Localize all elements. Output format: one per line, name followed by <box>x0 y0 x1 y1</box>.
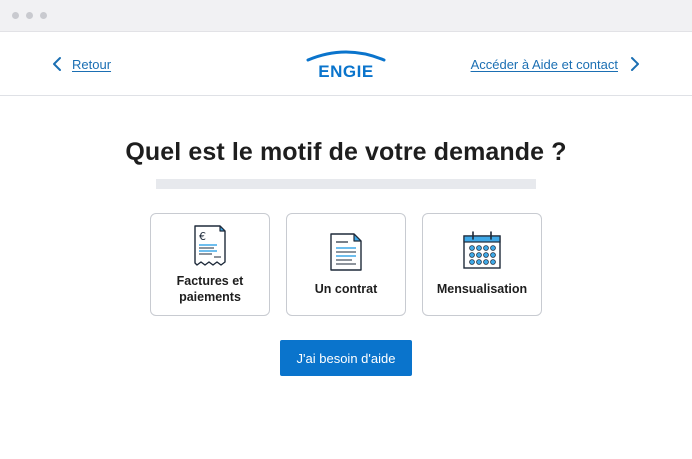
window-zoom-dot[interactable] <box>40 12 47 19</box>
progress-bar <box>156 179 536 189</box>
chevron-right-icon <box>631 57 639 71</box>
calendar-icon <box>463 231 501 269</box>
back-link-label: Retour <box>72 56 112 72</box>
option-card-monthly[interactable]: Mensualisation <box>422 213 542 316</box>
contract-document-icon <box>330 233 362 271</box>
svg-text:€: € <box>199 230 206 243</box>
help-contact-link[interactable]: Accéder à Aide et contact <box>471 54 640 74</box>
option-card-label: Factures et paiements <box>176 274 244 304</box>
svg-text:ENGIE: ENGIE <box>318 62 373 80</box>
window-close-dot[interactable] <box>12 12 19 19</box>
page-header: Retour ENGIE Accéder à Aide et contact <box>0 32 692 96</box>
help-contact-label: Accéder à Aide et contact <box>470 56 618 72</box>
window-titlebar <box>0 0 692 32</box>
back-link[interactable]: Retour <box>52 54 111 74</box>
option-card-label: Mensualisation <box>436 282 528 296</box>
option-card-invoices[interactable]: € Factures et paiements <box>150 213 270 316</box>
option-card-contract[interactable]: Un contrat <box>286 213 406 316</box>
chevron-left-icon <box>53 57 61 71</box>
engie-logo: ENGIE <box>306 50 386 80</box>
invoice-euro-icon: € <box>194 225 226 266</box>
page-title: Quel est le motif de votre demande ? <box>125 138 567 166</box>
window-minimize-dot[interactable] <box>26 12 33 19</box>
option-card-label: Un contrat <box>314 282 378 296</box>
need-help-button[interactable]: J'ai besoin d'aide <box>280 340 412 376</box>
